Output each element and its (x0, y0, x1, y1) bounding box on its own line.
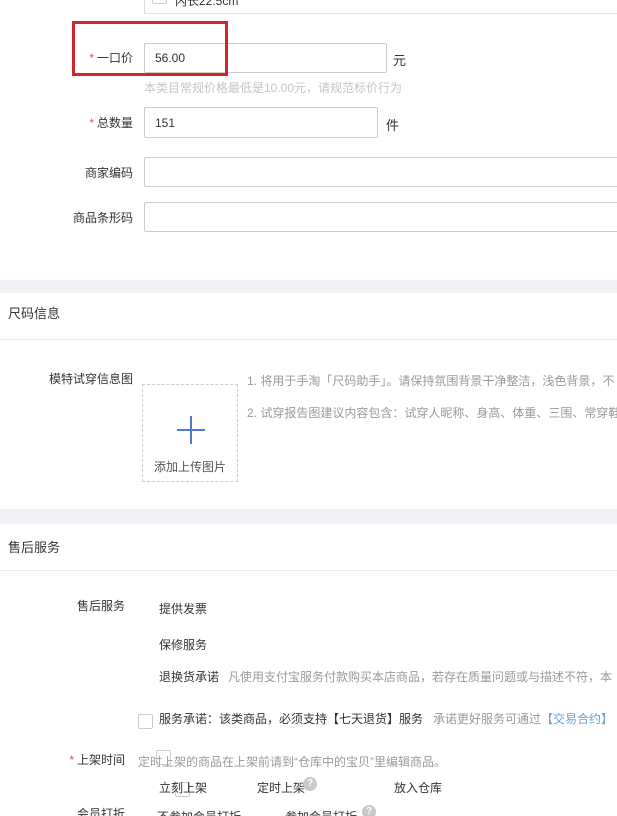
shelf-time-label: *上架时间 (0, 753, 125, 767)
barcode-label: 商品条形码 (0, 211, 133, 225)
plus-icon (176, 415, 206, 445)
upload-image-button[interactable]: 添加上传图片 (142, 384, 238, 482)
shelf-time-note: 定时上架的商品在上架前请到“仓库中的宝贝”里编辑商品。 (138, 753, 446, 770)
size-option-label: 内长22.5cm (175, 0, 238, 9)
return-row: 退换货承诺凡使用支付宝服务付款购买本店商品，若存在质量问题或与描述不符，本 (159, 668, 612, 685)
service-promise-suffix: 承诺更好服务可通过 (433, 712, 541, 726)
invoice-checkbox[interactable] (138, 714, 153, 729)
invoice-label: 提供发票 (159, 600, 207, 617)
price-label: *一口价 (0, 51, 133, 65)
product-edit-form: 内长22.5cm *一口价 元 本类目常规价格最低是10.00元，请规范标价行为… (0, 0, 617, 816)
barcode-input[interactable] (144, 202, 617, 232)
quantity-label: *总数量 (0, 116, 133, 130)
section-divider (0, 570, 617, 571)
price-hint: 本类目常规价格最低是10.00元，请规范标价行为 (144, 79, 402, 96)
help-icon[interactable]: ? (303, 777, 317, 791)
return-desc: 凡使用支付宝服务付款购买本店商品，若存在质量问题或与描述不符，本 (228, 670, 612, 684)
model-fit-label: 模特试穿信息图 (0, 372, 133, 386)
required-asterisk: * (89, 116, 94, 130)
price-unit: 元 (393, 50, 406, 69)
quantity-unit: 件 (386, 115, 399, 134)
radio-label-warehouse: 放入仓库 (394, 779, 442, 796)
warranty-label: 保修服务 (159, 636, 207, 653)
upload-tip-1: 1. 将用于手淘「尺码助手」。请保持氛围背景干净整洁，浅色背景，不 (247, 374, 614, 389)
trade-contract-link[interactable]: 【交易合约】 (541, 712, 613, 726)
section-divider (0, 339, 617, 340)
radio-label-scheduled: 定时上架 (257, 779, 305, 796)
price-input[interactable] (144, 43, 387, 73)
radio-label-immediately: 立刻上架 (159, 779, 207, 796)
size-section-title: 尺码信息 (8, 306, 60, 321)
upload-button-label: 添加上传图片 (143, 458, 237, 475)
service-promise-row: 服务承诺：该类商品，必须支持【七天退货】服务承诺更好服务可通过【交易合约】 (159, 710, 613, 727)
return-label: 退换货承诺 (159, 670, 219, 684)
section-separator (0, 280, 617, 293)
upload-tip-2: 2. 试穿报告图建议内容包含：试穿人昵称、身高、体重、三围、常穿鞋 (247, 406, 617, 421)
merchant-code-label: 商家编码 (0, 166, 133, 180)
help-icon[interactable]: ? (362, 805, 376, 816)
size-option-checkbox[interactable] (152, 0, 167, 4)
quantity-input[interactable] (144, 107, 378, 138)
radio-label-discount: 参加会员打折 (285, 808, 357, 816)
member-discount-label: 会员打折 (0, 807, 125, 816)
aftersale-section-title: 售后服务 (8, 540, 60, 555)
section-separator (0, 509, 617, 524)
service-promise-text: 服务承诺：该类商品，必须支持【七天退货】服务 (159, 712, 423, 726)
radio-label-no-discount: 不参加会员打折 (157, 808, 241, 816)
aftersale-row-label: 售后服务 (0, 599, 125, 613)
merchant-code-input[interactable] (144, 157, 617, 187)
required-asterisk: * (69, 753, 74, 767)
required-asterisk: * (89, 51, 94, 65)
